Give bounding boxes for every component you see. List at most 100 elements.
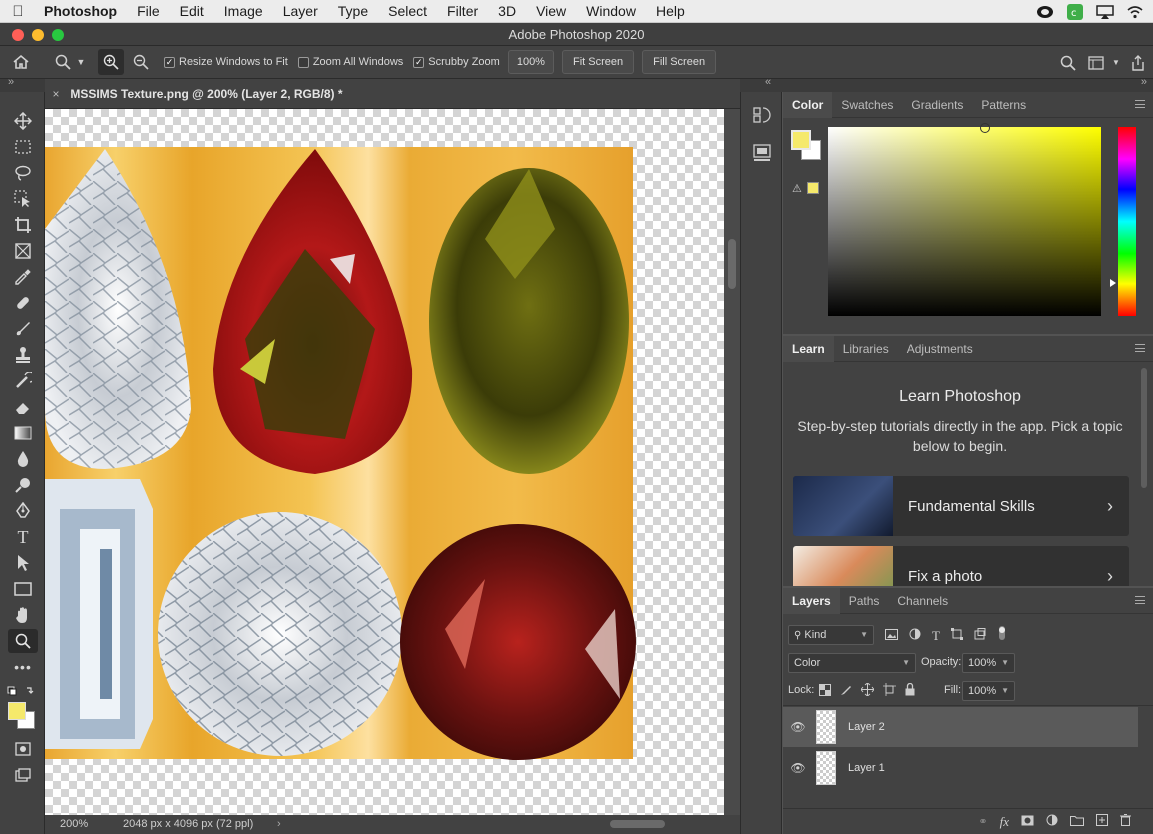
filter-shape-icon[interactable] [950,628,963,643]
chevron-down-icon[interactable]: ▼ [1109,50,1123,76]
opacity-input[interactable]: 100% ▼ [962,653,1015,673]
saturation-brightness-field[interactable] [828,123,1101,316]
layer-style-fx-icon[interactable]: fx [1000,814,1009,830]
properties-panel-icon[interactable] [751,142,773,164]
home-icon[interactable] [0,49,42,75]
color-picker-cursor[interactable] [980,123,990,133]
marquee-tool-icon[interactable] [8,135,38,159]
scrollbar-thumb[interactable] [728,239,736,289]
learn-item-fundamental-skills[interactable]: Fundamental Skills › [793,476,1129,536]
wifi-icon[interactable] [1125,4,1145,20]
crop-tool-icon[interactable] [8,213,38,237]
airplay-icon[interactable] [1095,4,1115,20]
tab-paths[interactable]: Paths [840,588,889,614]
new-layer-icon[interactable] [1096,814,1108,829]
tab-patterns[interactable]: Patterns [972,92,1035,118]
lock-position-icon[interactable] [860,682,875,699]
layer-row-layer-1[interactable]: 👁 Layer 1 [783,748,1138,788]
zoom-tool-icon[interactable] [8,629,38,653]
blend-mode-select[interactable]: Color ▼ [788,653,916,673]
brush-tool-icon[interactable] [8,317,38,341]
learn-item-fix-a-photo[interactable]: Fix a photo › [793,546,1129,586]
tab-gradients[interactable]: Gradients [902,92,972,118]
panel-menu-icon[interactable] [1135,100,1145,108]
fill-input[interactable]: 100% ▼ [962,681,1015,701]
minimize-window-button[interactable] [32,29,44,41]
menu-help[interactable]: Help [646,0,695,23]
eye-icon[interactable]: 👁 [783,720,813,734]
history-panel-icon[interactable] [751,104,773,126]
green-app-icon[interactable]: c [1065,3,1085,20]
menu-view[interactable]: View [526,0,576,23]
zoom-window-button[interactable] [52,29,64,41]
toolbar-collapse-strip[interactable]: » [0,76,45,92]
tab-swatches[interactable]: Swatches [832,92,902,118]
menu-type[interactable]: Type [328,0,378,23]
filter-smart-object-icon[interactable] [974,628,986,643]
new-group-folder-icon[interactable] [1070,815,1084,829]
tab-layers[interactable]: Layers [783,587,840,614]
resize-windows-checkbox[interactable]: ✓ Resize Windows to Fit [164,56,288,68]
lasso-tool-icon[interactable] [8,161,38,185]
menu-app-name[interactable]: Photoshop [36,0,127,23]
lock-artboard-icon[interactable] [883,683,896,699]
clone-stamp-tool-icon[interactable] [8,343,38,367]
out-of-gamut-warning-icon[interactable]: ⚠ [792,182,802,195]
canvas-vertical-scrollbar[interactable] [724,109,740,815]
menu-file[interactable]: File [127,0,170,23]
pen-tool-icon[interactable] [8,499,38,523]
share-icon[interactable] [1123,50,1153,76]
apple-icon[interactable]:  [0,3,36,20]
more-tools-icon[interactable]: ••• [8,655,38,679]
search-icon[interactable] [1053,50,1083,76]
menu-select[interactable]: Select [378,0,437,23]
creative-cloud-icon[interactable] [1035,4,1055,20]
menu-filter[interactable]: Filter [437,0,488,23]
zoom-in-icon[interactable] [98,49,124,75]
foreground-color-chip[interactable] [791,130,811,150]
filter-toggle-icon[interactable] [997,626,1007,645]
lock-transparent-pixels-icon[interactable] [819,683,831,699]
learn-panel-scrollbar[interactable] [1141,368,1147,488]
lock-all-icon[interactable] [905,682,915,699]
layer-name[interactable]: Layer 2 [848,721,885,733]
foreground-color-swatch[interactable] [8,702,26,720]
blur-tool-icon[interactable] [8,447,38,471]
gradient-tool-icon[interactable] [8,421,38,445]
history-brush-tool-icon[interactable] [8,369,38,393]
move-tool-icon[interactable] [8,109,38,133]
chevron-right-icon[interactable]: › [277,815,281,834]
eraser-tool-icon[interactable] [8,395,38,419]
close-document-icon[interactable]: × [45,79,67,109]
path-selection-tool-icon[interactable] [8,551,38,575]
document-tab[interactable]: × MSSIMS Texture.png @ 200% (Layer 2, RG… [45,79,740,109]
frame-tool-icon[interactable] [8,239,38,263]
layer-filter-kind-select[interactable]: ⚲ Kind ▼ [788,625,874,645]
type-tool-icon[interactable]: T [8,525,38,549]
menu-3d[interactable]: 3D [488,0,526,23]
panel-menu-icon[interactable] [1135,596,1145,604]
screen-mode-icon[interactable] [8,763,38,787]
dodge-tool-icon[interactable] [8,473,38,497]
filter-pixel-icon[interactable] [885,628,898,643]
fit-screen-button[interactable]: Fit Screen [561,50,635,74]
delete-layer-trash-icon[interactable] [1120,814,1131,829]
lock-image-pixels-icon[interactable] [840,684,852,699]
hue-slider[interactable] [1110,127,1136,316]
zoom-level[interactable]: 200% [60,815,88,834]
color-swatches[interactable] [8,702,38,732]
layer-row-layer-2[interactable]: 👁 Layer 2 [783,707,1138,747]
gamut-color-chip[interactable] [807,182,819,194]
healing-brush-tool-icon[interactable] [8,291,38,315]
tab-libraries[interactable]: Libraries [834,336,898,362]
menu-layer[interactable]: Layer [273,0,328,23]
adjustment-layer-icon[interactable] [1046,814,1058,829]
default-colors-icon[interactable] [7,685,37,699]
fill-screen-button[interactable]: Fill Screen [642,50,717,74]
eye-icon[interactable]: 👁 [783,761,813,775]
filter-adjustment-icon[interactable] [909,628,921,643]
filter-type-icon[interactable]: T [932,628,940,644]
close-window-button[interactable] [12,29,24,41]
menu-edit[interactable]: Edit [170,0,214,23]
document-canvas[interactable] [45,109,724,815]
